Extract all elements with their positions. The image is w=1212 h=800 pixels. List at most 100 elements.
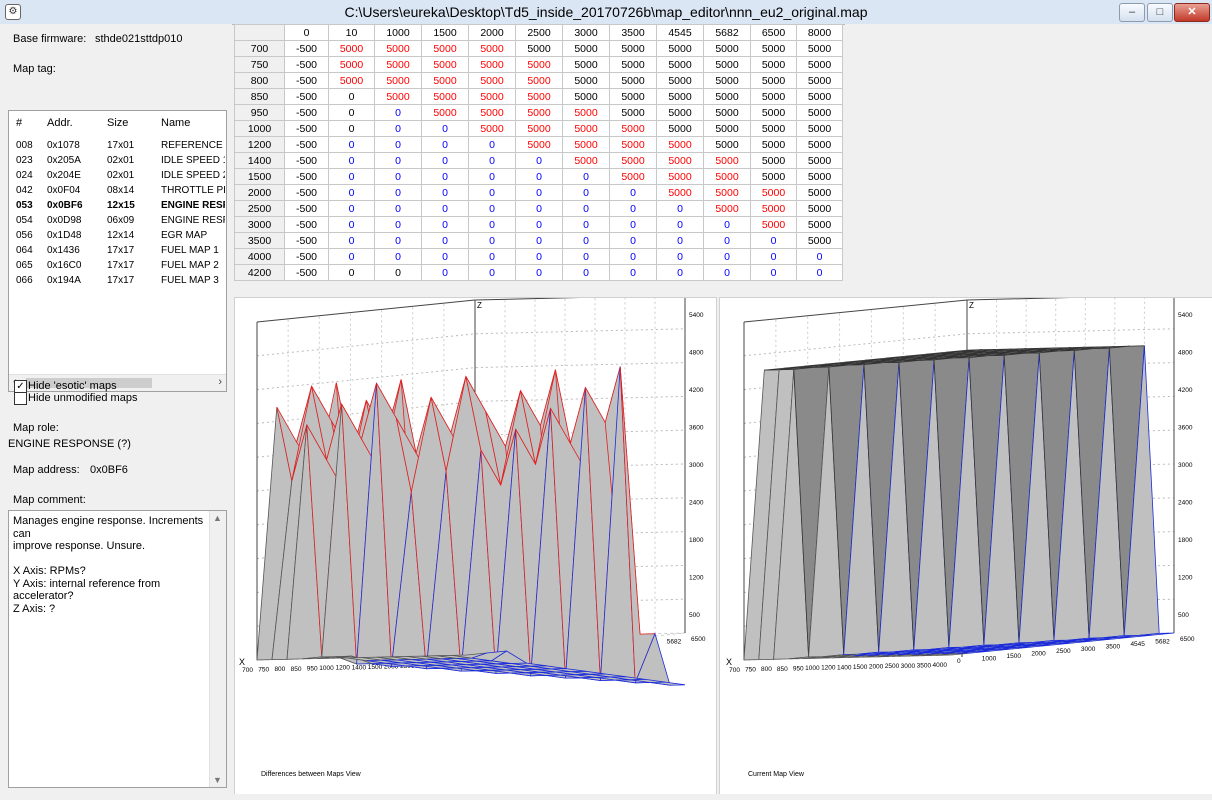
map-list-row[interactable]: 042 0x0F04 08x14 THROTTLE PEDAL: [9, 184, 226, 199]
grid-cell[interactable]: 0: [562, 232, 610, 249]
grid-cell[interactable]: 5000: [609, 152, 657, 169]
grid-cell[interactable]: 5000: [328, 40, 375, 57]
grid-cell[interactable]: 0: [328, 168, 375, 185]
grid-cell[interactable]: 5000: [750, 56, 797, 73]
grid-cell[interactable]: -500: [284, 152, 329, 169]
grid-cell[interactable]: 0: [750, 248, 797, 265]
scroll-right-arrow-icon[interactable]: ›: [218, 376, 222, 388]
grid-cell[interactable]: 5000: [703, 152, 751, 169]
grid-cell[interactable]: 5000: [703, 72, 751, 89]
grid-cell[interactable]: 0: [609, 216, 657, 233]
grid-cell[interactable]: 0: [328, 120, 375, 137]
grid-cell[interactable]: 0: [796, 264, 843, 281]
grid-cell[interactable]: 0: [656, 232, 704, 249]
grid-col-header[interactable]: 6500: [750, 24, 797, 41]
grid-cell[interactable]: 5000: [562, 136, 610, 153]
grid-cell[interactable]: 5000: [515, 104, 563, 121]
scroll-down-arrow-icon[interactable]: ▼: [213, 775, 222, 785]
grid-cell[interactable]: 0: [328, 248, 375, 265]
grid-cell[interactable]: 0: [328, 88, 375, 105]
grid-cell[interactable]: 0: [656, 216, 704, 233]
grid-cell[interactable]: 0: [609, 232, 657, 249]
col-header-size[interactable]: Size: [107, 117, 128, 129]
grid-cell[interactable]: 5000: [703, 40, 751, 57]
grid-cell[interactable]: 5000: [656, 136, 704, 153]
grid-col-header[interactable]: 4545: [656, 24, 704, 41]
grid-cell[interactable]: 5000: [421, 40, 469, 57]
grid-row-header[interactable]: 2500: [234, 200, 285, 217]
grid-row-header[interactable]: 2000: [234, 184, 285, 201]
map-list-row[interactable]: 054 0x0D98 06x09 ENGINE RESPONSE: [9, 214, 226, 229]
grid-col-header[interactable]: 2500: [515, 24, 563, 41]
grid-cell[interactable]: 5000: [562, 104, 610, 121]
close-button[interactable]: ✕: [1174, 3, 1210, 22]
map-list[interactable]: # Addr. Size Name 008 0x1078 17x01 REFERENC…: [8, 110, 227, 392]
grid-cell[interactable]: 5000: [750, 88, 797, 105]
grid-row-header[interactable]: 700: [234, 40, 285, 57]
grid-cell[interactable]: 5000: [468, 40, 516, 57]
grid-cell[interactable]: 5000: [468, 88, 516, 105]
grid-cell[interactable]: 5000: [374, 72, 422, 89]
grid-cell[interactable]: 0: [328, 104, 375, 121]
grid-cell[interactable]: 0: [515, 216, 563, 233]
grid-row-header[interactable]: 850: [234, 88, 285, 105]
map-list-row[interactable]: 053 0x0BF6 12x15 ENGINE RESPONSE: [9, 199, 226, 214]
grid-cell[interactable]: 0: [703, 216, 751, 233]
grid-cell[interactable]: 5000: [515, 120, 563, 137]
minimize-button[interactable]: –: [1119, 3, 1145, 22]
grid-cell[interactable]: -500: [284, 72, 329, 89]
grid-cell[interactable]: 5000: [796, 88, 843, 105]
grid-cell[interactable]: 5000: [609, 72, 657, 89]
grid-row-header[interactable]: 950: [234, 104, 285, 121]
grid-cell[interactable]: 5000: [656, 184, 704, 201]
grid-cell[interactable]: 0: [328, 200, 375, 217]
grid-cell[interactable]: 0: [609, 200, 657, 217]
grid-cell[interactable]: 5000: [796, 136, 843, 153]
grid-cell[interactable]: 0: [515, 264, 563, 281]
grid-row-header[interactable]: 4200: [234, 264, 285, 281]
grid-cell[interactable]: 5000: [750, 200, 797, 217]
grid-cell[interactable]: 0: [656, 264, 704, 281]
grid-cell[interactable]: 5000: [609, 104, 657, 121]
grid-cell[interactable]: 5000: [562, 88, 610, 105]
grid-cell[interactable]: 0: [421, 216, 469, 233]
grid-cell[interactable]: 5000: [468, 56, 516, 73]
grid-cell[interactable]: 5000: [656, 168, 704, 185]
grid-cell[interactable]: 5000: [421, 104, 469, 121]
grid-cell[interactable]: 5000: [374, 40, 422, 57]
grid-cell[interactable]: 0: [421, 136, 469, 153]
grid-cell[interactable]: 0: [374, 136, 422, 153]
grid-cell[interactable]: 0: [515, 168, 563, 185]
grid-cell[interactable]: 5000: [609, 120, 657, 137]
grid-cell[interactable]: 0: [374, 200, 422, 217]
grid-cell[interactable]: 0: [328, 264, 375, 281]
grid-row-header[interactable]: 1400: [234, 152, 285, 169]
grid-cell[interactable]: 0: [421, 120, 469, 137]
grid-cell[interactable]: 5000: [515, 88, 563, 105]
grid-cell[interactable]: 5000: [656, 152, 704, 169]
grid-cell[interactable]: 5000: [562, 120, 610, 137]
grid-cell[interactable]: 0: [515, 200, 563, 217]
grid-cell[interactable]: 5000: [796, 216, 843, 233]
map-list-row[interactable]: 064 0x1436 17x17 FUEL MAP 1: [9, 244, 226, 259]
grid-cell[interactable]: 0: [703, 232, 751, 249]
grid-cell[interactable]: 0: [374, 216, 422, 233]
grid-cell[interactable]: 0: [468, 248, 516, 265]
grid-cell[interactable]: 5000: [515, 136, 563, 153]
grid-cell[interactable]: -500: [284, 120, 329, 137]
grid-cell[interactable]: 0: [421, 248, 469, 265]
grid-col-header[interactable]: 0: [284, 24, 329, 41]
grid-cell[interactable]: 5000: [796, 56, 843, 73]
grid-cell[interactable]: 5000: [656, 56, 704, 73]
grid-cell[interactable]: 0: [562, 264, 610, 281]
current-map-3d-view[interactable]: ZXY5001200180024003000360042004800540070…: [719, 297, 1212, 796]
grid-row-header[interactable]: 800: [234, 72, 285, 89]
grid-cell[interactable]: 5000: [609, 136, 657, 153]
grid-cell[interactable]: 5000: [796, 152, 843, 169]
scroll-up-arrow-icon[interactable]: ▲: [213, 513, 222, 523]
grid-cell[interactable]: 0: [468, 136, 516, 153]
map-list-row[interactable]: 023 0x205A 02x01 IDLE SPEED 1: [9, 154, 226, 169]
grid-cell[interactable]: 5000: [750, 184, 797, 201]
grid-cell[interactable]: 5000: [656, 104, 704, 121]
grid-cell[interactable]: 0: [421, 184, 469, 201]
